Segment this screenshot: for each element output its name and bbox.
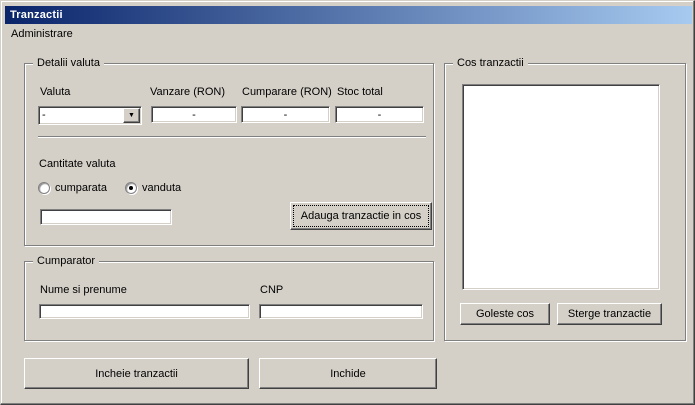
inchide-button[interactable]: Inchide [259, 358, 437, 389]
title-bar[interactable]: Tranzactii [5, 6, 692, 24]
radio-cumparata-circle[interactable] [38, 182, 50, 194]
menu-bar: Administrare [5, 24, 692, 43]
cumparare-label: Cumparare (RON) [242, 86, 332, 98]
cantitate-radio-group: cumparata vanduta [38, 181, 199, 195]
group-detalii-valuta-title: Detalii valuta [33, 57, 104, 70]
radio-cumparata[interactable]: cumparata [38, 182, 107, 194]
vanzare-label: Vanzare (RON) [150, 86, 225, 98]
group-detalii-valuta: Detalii valuta Valuta - ▼ Vanzare (RON) … [24, 63, 434, 246]
valuta-combobox[interactable]: - ▼ [38, 106, 142, 125]
cos-tranzactii-listbox[interactable] [462, 84, 660, 290]
valuta-label: Valuta [40, 86, 70, 98]
group-cos-tranzactii: Cos tranzactii Goleste cos Sterge tranza… [444, 63, 686, 341]
group-cumparator: Cumparator Nume si prenume CNP [24, 261, 434, 341]
window-title: Tranzactii [5, 9, 63, 21]
nume-prenume-label: Nume si prenume [40, 284, 127, 296]
cnp-input[interactable] [259, 304, 423, 319]
group-cumparator-title: Cumparator [33, 255, 99, 268]
radio-cumparata-label: cumparata [55, 182, 107, 194]
cnp-label: CNP [260, 284, 283, 296]
radio-vanduta-label: vanduta [142, 182, 181, 194]
adauga-tranzactie-button[interactable]: Adauga tranzactie in cos [290, 202, 432, 230]
goleste-cos-button[interactable]: Goleste cos [460, 303, 550, 325]
dropdown-arrow-icon[interactable]: ▼ [123, 108, 140, 123]
menu-item-administrare[interactable]: Administrare [5, 26, 79, 42]
nume-prenume-input[interactable] [39, 304, 250, 319]
vanzare-field[interactable] [151, 106, 237, 123]
incheie-tranzactii-button[interactable]: Incheie tranzactii [24, 358, 249, 389]
group-cos-tranzactii-title: Cos tranzactii [453, 57, 528, 70]
tranzactii-window: Tranzactii Administrare Detalii valuta V… [0, 0, 695, 405]
separator-line [38, 136, 426, 138]
cantitate-input[interactable] [40, 209, 172, 225]
cumparare-field[interactable] [241, 106, 330, 123]
stoc-total-label: Stoc total [337, 86, 383, 98]
valuta-combobox-value: - [39, 107, 122, 124]
sterge-tranzactie-button[interactable]: Sterge tranzactie [557, 303, 662, 325]
radio-vanduta-circle[interactable] [125, 182, 137, 194]
stoc-total-field[interactable] [335, 106, 424, 123]
cantitate-valuta-label: Cantitate valuta [39, 158, 115, 170]
radio-vanduta[interactable]: vanduta [125, 182, 181, 194]
